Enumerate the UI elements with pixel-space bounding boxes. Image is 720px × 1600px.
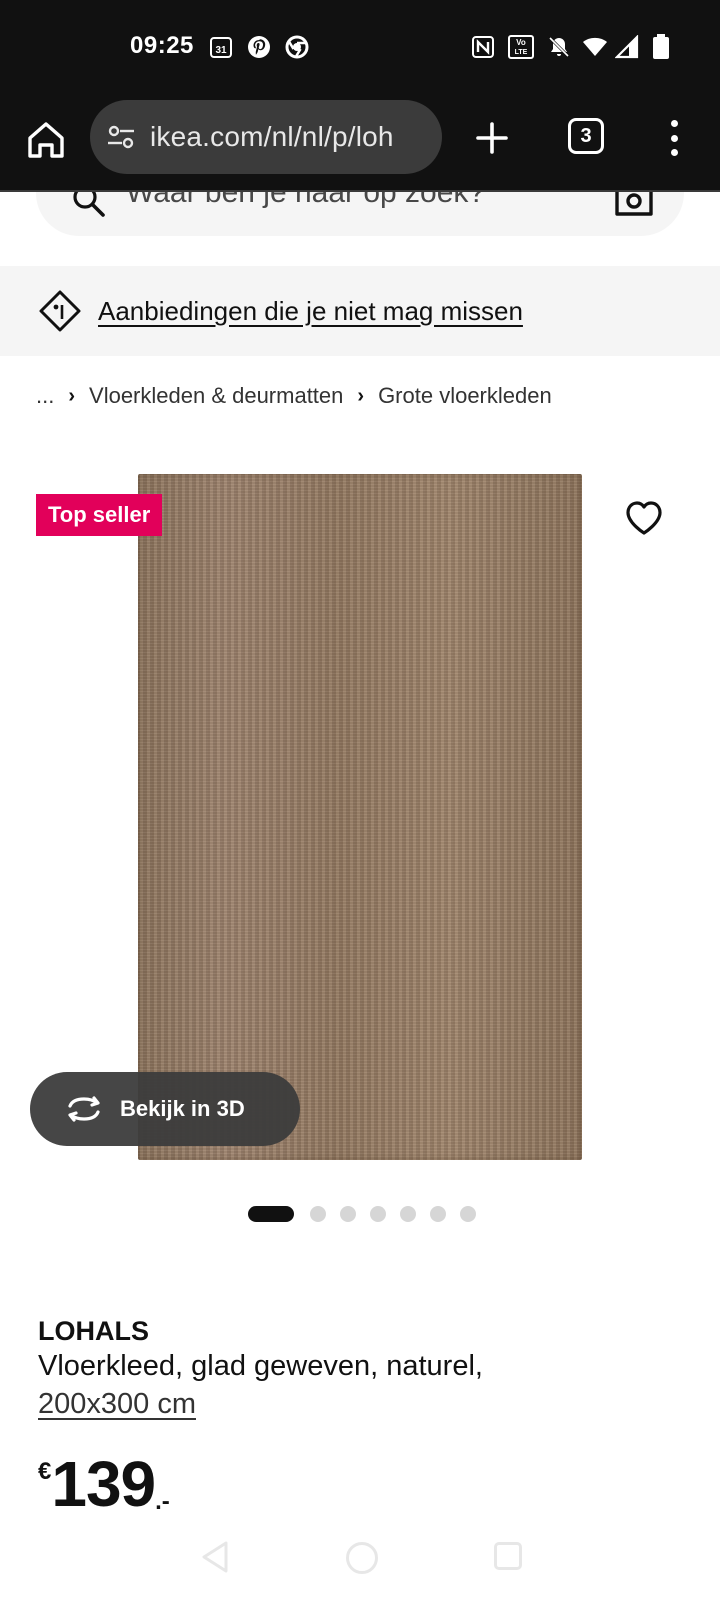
search-input[interactable] xyxy=(126,192,596,210)
volte-line1: Vo xyxy=(516,38,526,47)
back-nav-icon[interactable] xyxy=(200,1540,230,1574)
calendar-day: 31 xyxy=(215,45,227,56)
price-suffix: .- xyxy=(155,1488,170,1515)
bell-off-icon xyxy=(546,34,572,60)
new-tab-button[interactable] xyxy=(470,116,514,160)
product-price: € 139 .- xyxy=(38,1452,170,1516)
pagination-dot-active[interactable] xyxy=(248,1206,294,1222)
view-in-3d-button[interactable]: Bekijk in 3D xyxy=(30,1072,300,1146)
product-name: LOHALS xyxy=(38,1316,149,1346)
favourite-button[interactable] xyxy=(624,498,664,538)
product-description: Vloerkleed, glad geweven, naturel, xyxy=(38,1350,483,1382)
volte-icon: Vo LTE xyxy=(508,34,534,60)
camera-icon[interactable] xyxy=(614,192,654,218)
pagination-dot[interactable] xyxy=(340,1206,356,1222)
pagination-dot[interactable] xyxy=(430,1206,446,1222)
breadcrumb-separator: › xyxy=(68,384,76,407)
price-currency: € xyxy=(38,1458,52,1485)
signal-icon xyxy=(614,34,640,60)
tune-icon[interactable] xyxy=(106,122,136,152)
search-bar[interactable] xyxy=(36,192,684,236)
product-size-link[interactable]: 200x300 cm xyxy=(38,1388,196,1421)
browser-toolbar: ikea.com/nl/nl/p/loh 3 xyxy=(0,96,720,192)
home-button[interactable] xyxy=(24,118,68,162)
plus-icon xyxy=(476,122,508,154)
product-image[interactable] xyxy=(138,474,582,1160)
rotate-3d-icon xyxy=(68,1096,100,1122)
status-bar: 09:25 31 Vo LTE xyxy=(0,0,720,96)
tag-icon xyxy=(39,290,81,332)
breadcrumb: ... › Vloerkleden & deurmatten › Grote v… xyxy=(36,380,552,412)
battery-icon xyxy=(648,34,674,60)
pagination-dot[interactable] xyxy=(310,1206,326,1222)
more-vert-icon[interactable] xyxy=(662,116,686,160)
image-pagination xyxy=(248,1206,490,1222)
price-integer: 139 xyxy=(51,1448,156,1520)
view-in-3d-label: Bekijk in 3D xyxy=(120,1096,245,1121)
status-time: 09:25 xyxy=(130,32,194,59)
pagination-dot[interactable] xyxy=(400,1206,416,1222)
address-bar[interactable]: ikea.com/nl/nl/p/loh xyxy=(90,100,442,174)
breadcrumb-item-rugs-doormats[interactable]: Vloerkleden & deurmatten xyxy=(89,383,343,409)
wifi-icon xyxy=(582,34,608,60)
promo-banner[interactable]: Aanbiedingen die je niet mag missen xyxy=(0,266,720,356)
calendar-icon: 31 xyxy=(208,34,234,60)
breadcrumb-separator: › xyxy=(357,384,365,407)
breadcrumb-ellipsis[interactable]: ... xyxy=(36,383,54,409)
heart-icon xyxy=(626,501,662,535)
volte-line2: LTE xyxy=(515,49,528,56)
home-nav-icon[interactable] xyxy=(346,1542,378,1574)
url-text: ikea.com/nl/nl/p/loh xyxy=(150,121,394,152)
recents-nav-icon[interactable] xyxy=(494,1542,522,1570)
pagination-dot[interactable] xyxy=(370,1206,386,1222)
nfc-icon xyxy=(470,34,496,60)
home-icon xyxy=(28,122,64,158)
search-section xyxy=(0,192,720,264)
chrome-icon xyxy=(284,34,310,60)
promo-link[interactable]: Aanbiedingen die je niet mag missen xyxy=(98,296,523,327)
top-seller-badge: Top seller xyxy=(36,494,163,536)
product-image-gallery[interactable]: Top seller Bekijk in 3D xyxy=(0,440,720,1180)
search-icon[interactable] xyxy=(72,192,106,218)
pinterest-icon xyxy=(246,34,272,60)
pagination-dot[interactable] xyxy=(460,1206,476,1222)
tab-switcher-button[interactable]: 3 xyxy=(568,118,604,154)
breadcrumb-item-large-rugs[interactable]: Grote vloerkleden xyxy=(378,383,552,409)
tab-count: 3 xyxy=(580,124,592,147)
